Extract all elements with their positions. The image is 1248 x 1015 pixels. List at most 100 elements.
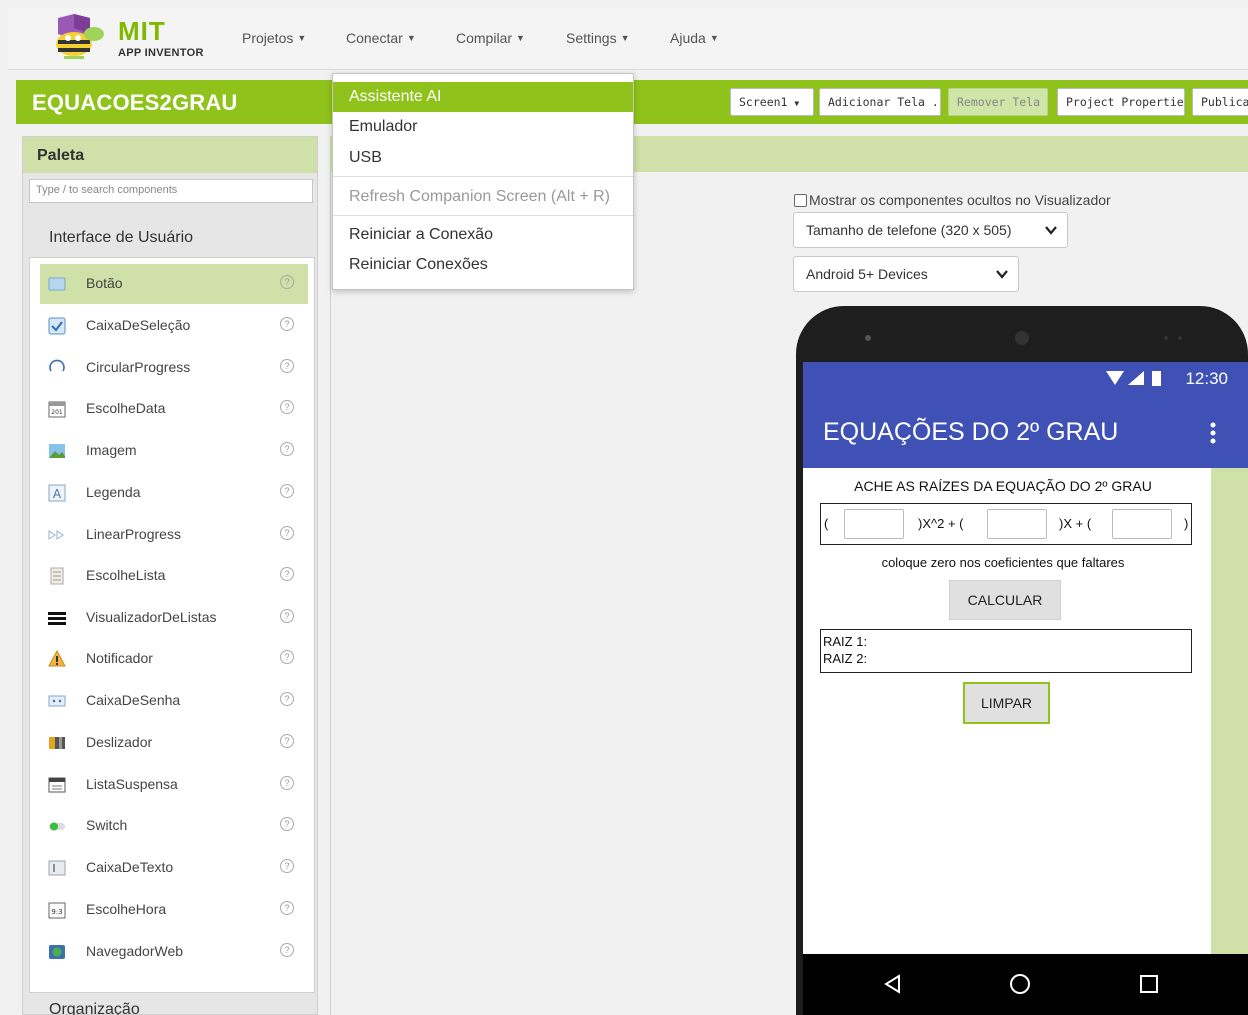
palette-item-spinner[interactable]: ListaSuspensa ?	[40, 765, 308, 805]
menu-ajuda[interactable]: Ajuda ▼	[670, 30, 719, 46]
palette-item-label-component[interactable]: A Legenda ?	[40, 473, 308, 513]
palette-item-password[interactable]: CaixaDeSenha ?	[40, 681, 308, 721]
palette-item-image[interactable]: Imagem ?	[40, 431, 308, 471]
help-icon[interactable]: ?	[280, 734, 294, 748]
menu-projetos[interactable]: Projetos ▼	[242, 30, 306, 46]
palette-item-date-picker[interactable]: 201 EscolheData ?	[40, 389, 308, 429]
screen-select[interactable]: Screen1 ▼	[730, 88, 814, 116]
palette-item-web-viewer[interactable]: NavegadorWeb ?	[40, 932, 308, 972]
palette-item-label: Deslizador	[86, 734, 153, 750]
palette-item-label: Legenda	[86, 484, 141, 500]
coef-c-input[interactable]	[1112, 509, 1172, 539]
calculate-button[interactable]: CALCULAR	[949, 580, 1061, 620]
publish-button[interactable]: Publicar	[1192, 88, 1248, 116]
palette-item-list-view[interactable]: VisualizadorDeListas ?	[40, 598, 308, 638]
coef-b-input[interactable]	[987, 509, 1047, 539]
chevron-down-icon	[1045, 226, 1057, 235]
palette-panel: Paleta Type / to search components Inter…	[22, 136, 318, 1015]
device-type-value: Android 5+ Devices	[806, 266, 928, 282]
palette-item-notifier[interactable]: Notificador ?	[40, 639, 308, 679]
palette-item-label: CircularProgress	[86, 359, 191, 375]
palette-item-checkbox[interactable]: CaixaDeSeleção ?	[40, 306, 308, 346]
textbox-icon	[48, 860, 66, 876]
phone-scroll-area[interactable]	[1211, 468, 1248, 954]
home-icon[interactable]	[1009, 973, 1031, 995]
menu-compilar[interactable]: Compilar ▼	[456, 30, 525, 46]
svg-text:201: 201	[51, 409, 63, 416]
caret-down-icon: ▼	[406, 33, 416, 43]
add-screen-button[interactable]: Adicionar Tela ...	[819, 88, 941, 116]
palette-title: Paleta	[23, 137, 317, 173]
palette-item-label: LinearProgress	[86, 526, 181, 542]
help-icon[interactable]: ?	[280, 359, 294, 373]
menu-item-ai-companion[interactable]: Assistente AI	[333, 82, 633, 112]
overflow-menu-icon[interactable]	[1210, 422, 1216, 444]
palette-item-button[interactable]: Botão ?	[40, 264, 308, 304]
eq-close-paren: )	[1184, 516, 1189, 531]
eq-open-paren: (	[824, 516, 829, 531]
device-type-select[interactable]: Android 5+ Devices	[793, 256, 1019, 292]
menu-conectar-label: Conectar	[346, 30, 403, 46]
menu-item-reset-connections[interactable]: Reiniciar Conexões	[333, 250, 633, 280]
app-inventor-logo[interactable]: MIT APP INVENTOR	[44, 12, 214, 66]
phone-clock: 12:30	[1185, 369, 1228, 388]
checkbox-unchecked-icon[interactable]	[794, 194, 807, 207]
section-user-interface[interactable]: Interface de Usuário	[49, 229, 193, 247]
palette-item-time-picker[interactable]: 9:3 EscolheHora ?	[40, 890, 308, 930]
help-icon[interactable]: ?	[280, 943, 294, 957]
palette-item-circular-progress[interactable]: CircularProgress ?	[40, 348, 308, 388]
phone-heading: ACHE AS RAÍZES DA EQUAÇÃO DO 2º GRAU	[854, 478, 1152, 494]
coef-a-input[interactable]	[844, 509, 904, 539]
palette-item-linear-progress[interactable]: LinearProgress ?	[40, 515, 308, 555]
menu-compilar-label: Compilar	[456, 30, 513, 46]
palette-item-slider[interactable]: Deslizador ?	[40, 723, 308, 763]
phone-size-select[interactable]: Tamanho de telefone (320 x 505)	[793, 212, 1068, 248]
help-icon[interactable]: ?	[280, 275, 294, 289]
help-icon[interactable]: ?	[280, 817, 294, 831]
menu-item-usb[interactable]: USB	[333, 143, 633, 173]
eq-x2-label: )X^2 + (	[918, 516, 964, 531]
palette-item-list-picker[interactable]: EscolheLista ?	[40, 556, 308, 596]
menu-item-emulator[interactable]: Emulador	[333, 112, 633, 142]
menu-item-reset-connection[interactable]: Reiniciar a Conexão	[333, 220, 633, 250]
results-box: RAIZ 1: RAIZ 2:	[820, 629, 1192, 673]
caret-down-icon: ▼	[516, 33, 525, 43]
help-icon[interactable]: ?	[280, 567, 294, 581]
recents-icon[interactable]	[1139, 974, 1159, 994]
palette-item-label: CaixaDeTexto	[86, 859, 174, 875]
component-list: Botão ? CaixaDeSeleção ? CircularProgres…	[29, 257, 315, 993]
button-icon	[48, 277, 66, 291]
logo-appinventor-text: APP INVENTOR	[118, 47, 204, 59]
help-icon[interactable]: ?	[280, 859, 294, 873]
help-icon[interactable]: ?	[280, 776, 294, 790]
help-icon[interactable]: ?	[280, 526, 294, 540]
help-icon[interactable]: ?	[280, 317, 294, 331]
help-icon[interactable]: ?	[280, 442, 294, 456]
linear-progress-icon	[48, 530, 64, 540]
palette-item-switch[interactable]: Switch ?	[40, 806, 308, 846]
palette-item-textbox[interactable]: CaixaDeTexto ?	[40, 848, 308, 888]
project-properties-button[interactable]: Project Properties	[1057, 88, 1185, 116]
component-search-input[interactable]: Type / to search components	[29, 179, 313, 203]
circular-progress-icon	[49, 359, 65, 372]
menu-divider	[333, 176, 633, 177]
remove-screen-button[interactable]: Remover Tela	[948, 88, 1048, 116]
help-icon[interactable]: ?	[280, 692, 294, 706]
help-icon[interactable]: ?	[280, 400, 294, 414]
screen-select-label: Screen1	[739, 95, 788, 109]
image-icon	[49, 444, 65, 458]
help-icon[interactable]: ?	[280, 484, 294, 498]
menu-item-refresh-companion[interactable]: Refresh Companion Screen (Alt + R)	[333, 182, 633, 212]
section-layout[interactable]: Organização	[49, 1001, 140, 1015]
caret-down-icon: ▼	[620, 33, 630, 43]
show-hidden-components-checkbox[interactable]: Mostrar os componentes ocultos no Visual…	[794, 192, 1111, 208]
help-icon[interactable]: ?	[280, 609, 294, 623]
menu-conectar[interactable]: Conectar ▼	[346, 30, 416, 46]
menu-projetos-label: Projetos	[242, 30, 294, 46]
back-icon[interactable]	[883, 974, 903, 994]
help-icon[interactable]: ?	[280, 650, 294, 664]
time-picker-icon: 9:3	[48, 902, 66, 919]
clear-button[interactable]: LIMPAR	[963, 682, 1050, 724]
menu-settings[interactable]: Settings ▼	[566, 30, 630, 46]
help-icon[interactable]: ?	[280, 901, 294, 915]
